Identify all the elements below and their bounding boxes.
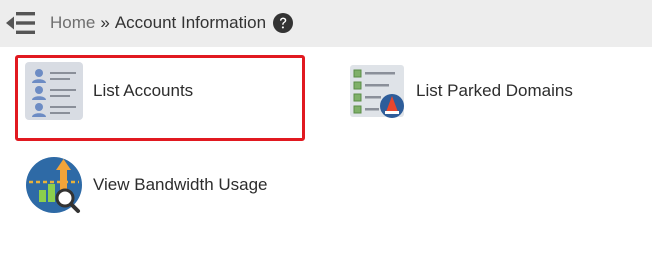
- parked-domains-icon: [350, 65, 404, 118]
- view-bandwidth-usage-tile[interactable]: View Bandwidth Usage: [25, 156, 268, 214]
- list-parked-domains-tile[interactable]: List Parked Domains: [348, 62, 573, 120]
- breadcrumb-separator: »: [100, 13, 110, 32]
- bandwidth-usage-icon: [26, 157, 82, 213]
- list-accounts-icon: [25, 62, 83, 120]
- breadcrumb: Home » Account Information: [50, 11, 294, 35]
- breadcrumb-home-link[interactable]: Home: [50, 13, 95, 33]
- account-information-page: Home » Account Information List Accounts…: [0, 0, 652, 256]
- page-title: Account Information: [114, 13, 267, 32]
- breadcrumb-bar: Home » Account Information: [0, 0, 652, 47]
- list-parked-domains-label: List Parked Domains: [416, 81, 573, 100]
- collapse-menu-icon[interactable]: [6, 10, 36, 36]
- view-bandwidth-usage-label: View Bandwidth Usage: [93, 175, 268, 194]
- list-accounts-label: List Accounts: [93, 81, 194, 100]
- list-accounts-tile[interactable]: List Accounts: [25, 62, 193, 120]
- help-icon[interactable]: [273, 13, 294, 33]
